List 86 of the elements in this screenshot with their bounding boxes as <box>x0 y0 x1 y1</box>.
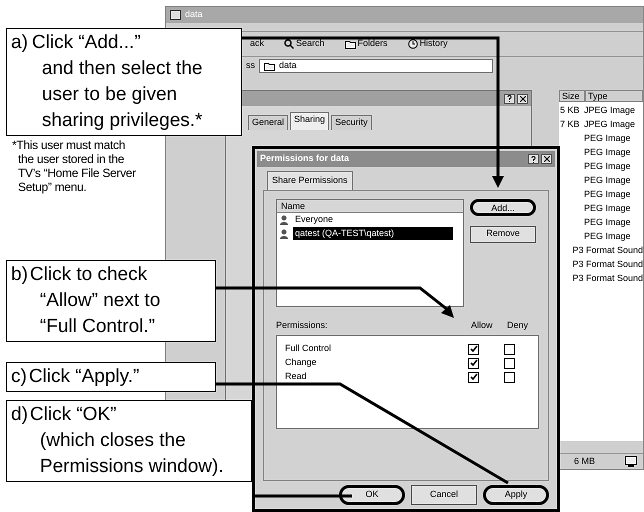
tab[interactable]: Security <box>331 115 372 130</box>
type-cell-text: JPEG Image <box>584 118 636 132</box>
toolbar-button[interactable]: Folders <box>340 37 392 51</box>
toolbar-button[interactable]: History <box>404 37 452 51</box>
column-header[interactable]: Name <box>277 200 464 212</box>
callout-text: Click “Add...” <box>32 31 142 55</box>
type-cell-text: PEG Image <box>584 188 631 202</box>
computer-icon <box>625 456 637 467</box>
address-label: ss <box>246 59 255 72</box>
type-cell-text: PEG Image <box>584 202 631 216</box>
folder-icon <box>264 62 275 70</box>
step-marker: b) <box>11 263 28 287</box>
note-text: *This user must match <box>12 138 126 152</box>
type-cell-text: PEG Image <box>584 174 631 188</box>
people-icon <box>279 228 290 238</box>
note-text: TV’s “Home File Server <box>17 166 137 180</box>
magnifier-icon <box>284 39 294 49</box>
address-text: data <box>279 59 297 72</box>
callout-text: Click “Apply.” <box>28 365 140 389</box>
close-button[interactable] <box>541 154 552 164</box>
callout-text: user to be given <box>40 83 178 107</box>
dialog-button[interactable]: Add... <box>470 198 536 216</box>
dialog-title: Permissions for data <box>260 152 350 166</box>
people-icon <box>279 214 290 224</box>
callout-text: “Allow” next to <box>38 289 160 313</box>
type-cell-text: PEG Image <box>584 160 631 174</box>
callout-text: Click to check <box>30 263 148 287</box>
window-icon <box>170 10 181 20</box>
checkbox[interactable] <box>504 372 515 382</box>
step-marker: c) <box>11 365 27 389</box>
type-cell-text: P3 Format Sound <box>572 244 643 258</box>
close-icon <box>544 156 550 162</box>
toolbar-button[interactable]: Search <box>280 37 329 51</box>
checkbox[interactable] <box>468 372 479 382</box>
clock-icon <box>408 39 418 49</box>
user-name: Everyone <box>294 212 334 226</box>
help-button[interactable] <box>528 154 539 164</box>
question-mark-icon <box>531 156 536 162</box>
note-text: the user stored in the <box>17 152 126 166</box>
size-cell-text: 5 KB <box>559 104 581 118</box>
dialog-button[interactable]: Cancel <box>411 485 477 505</box>
type-cell-text: P3 Format Sound <box>572 258 643 272</box>
user-row[interactable]: Everyone <box>277 212 464 226</box>
close-icon <box>520 96 526 102</box>
type-cell-text: P3 Format Sound <box>572 272 643 286</box>
column-header: Allow <box>471 318 494 332</box>
address-field[interactable]: data <box>259 59 493 73</box>
checkbox[interactable] <box>468 358 479 368</box>
permission-name: Change <box>285 356 318 370</box>
note-text: Setup” menu. <box>17 180 88 194</box>
dialog-button[interactable]: OK <box>339 485 405 505</box>
window-title: data <box>185 8 203 22</box>
close-button[interactable] <box>517 94 528 104</box>
callout-text: Click “OK” <box>30 403 118 427</box>
step-marker: a) <box>11 31 28 55</box>
dialog-button[interactable]: Apply <box>483 485 549 505</box>
checkbox[interactable] <box>504 344 515 354</box>
toolbar-button[interactable]: ack <box>246 37 268 51</box>
folder-icon <box>344 40 356 48</box>
type-cell-text: PEG Image <box>584 216 631 230</box>
tab[interactable]: Share Permissions <box>267 171 353 190</box>
type-cell-text: PEG Image <box>584 146 631 160</box>
tab[interactable]: General <box>248 115 288 130</box>
size-cell-text: 7 KB <box>559 118 581 132</box>
question-mark-icon <box>507 95 512 102</box>
checkbox[interactable] <box>468 344 479 354</box>
column-header[interactable]: Type <box>585 90 643 102</box>
checkbox[interactable] <box>504 358 515 368</box>
help-button[interactable] <box>504 94 515 104</box>
column-header: Deny <box>507 318 530 332</box>
permission-name: Read <box>285 370 308 384</box>
callout-text: Permissions window). <box>38 455 224 479</box>
permission-name: Full Control <box>285 342 332 356</box>
tab[interactable]: Sharing <box>290 112 330 130</box>
dialog-button[interactable]: Remove <box>470 226 536 242</box>
callout-text: sharing privileges.* <box>40 109 202 133</box>
status-text: 6 MB <box>574 454 595 468</box>
type-cell-text: PEG Image <box>584 230 631 244</box>
type-cell-text: PEG Image <box>584 132 631 146</box>
type-cell-text: JPEG Image <box>584 104 636 118</box>
callout-text: “Full Control.” <box>38 315 156 339</box>
callout-text: and then select the <box>40 57 202 81</box>
column-header[interactable]: Size <box>559 90 585 102</box>
step-marker: d) <box>11 403 28 427</box>
permissions-label: Permissions: <box>276 318 329 332</box>
callout-text: (which closes the <box>38 429 187 453</box>
